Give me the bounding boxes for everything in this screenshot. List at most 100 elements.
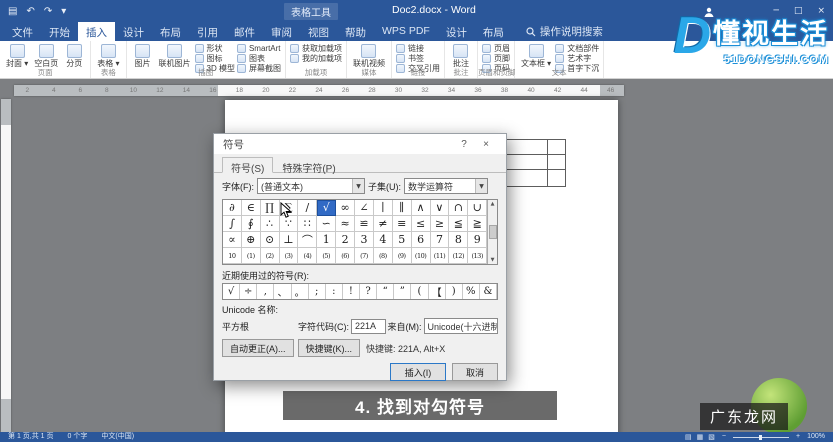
- ribbon-tab-设计[interactable]: 设计: [115, 22, 152, 41]
- symbol-cell[interactable]: (4): [298, 248, 318, 264]
- symbol-cell[interactable]: (6): [336, 248, 356, 264]
- recent-symbol-cell[interactable]: ÷: [240, 284, 258, 299]
- recent-symbol-cell[interactable]: “: [377, 284, 395, 299]
- recent-symbol-cell[interactable]: ): [446, 284, 463, 299]
- scroll-up-icon[interactable]: ▲: [491, 201, 495, 207]
- ribbon-button-页脚[interactable]: 页脚: [481, 54, 510, 63]
- symbol-cell[interactable]: (9): [392, 248, 412, 264]
- symbol-cell[interactable]: 8: [449, 232, 469, 248]
- symbol-cell[interactable]: ≠: [373, 216, 393, 232]
- recent-symbol-cell[interactable]: ”: [394, 284, 412, 299]
- zoom-level[interactable]: 100%: [807, 432, 825, 442]
- tell-me-search[interactable]: 操作说明搜索: [518, 22, 611, 41]
- dialog-title-bar[interactable]: 符号 ? ×: [214, 134, 506, 154]
- ribbon-button-页眉[interactable]: 页眉: [481, 44, 510, 53]
- ribbon-button-批注[interactable]: 批注: [449, 43, 473, 68]
- symbol-cell[interactable]: (5): [317, 248, 337, 264]
- web-layout-icon[interactable]: ▧: [708, 432, 715, 442]
- ribbon-tab-邮件[interactable]: 邮件: [226, 22, 263, 41]
- ribbon-tab-帮助[interactable]: 帮助: [337, 22, 374, 41]
- tab-symbols[interactable]: 符号(S): [222, 157, 274, 175]
- symbol-cell[interactable]: ∂: [223, 200, 242, 216]
- symbol-cell[interactable]: ∥: [392, 200, 412, 216]
- ribbon-button-表格[interactable]: 表格 ▾: [95, 43, 121, 68]
- ribbon-button-链接[interactable]: 链接: [395, 44, 440, 53]
- ribbon-tab-文件[interactable]: 文件: [4, 22, 41, 41]
- symbol-cell[interactable]: ≧: [468, 216, 488, 232]
- redo-icon[interactable]: ↷: [44, 6, 52, 17]
- ribbon-button-艺术字[interactable]: 艺术字: [555, 54, 599, 63]
- ribbon-button-联机视频[interactable]: 联机视频: [351, 43, 387, 68]
- ribbon-button-获取加载项[interactable]: 获取加载项: [289, 44, 342, 53]
- zoom-slider[interactable]: [733, 434, 789, 440]
- horizontal-ruler[interactable]: 2 4 6 8 10 12 14 16 18 20 22 24 26 28 30 32 34 36 38 40 42 44…: [14, 85, 624, 96]
- font-select[interactable]: (普通文本) ▼: [257, 178, 365, 194]
- symbol-cell[interactable]: (2): [260, 248, 280, 264]
- zoom-in-button[interactable]: +: [796, 432, 800, 442]
- symbol-cell[interactable]: 2: [336, 232, 356, 248]
- symbol-cell[interactable]: √: [317, 200, 337, 216]
- customize-quick-access-icon[interactable]: ▾: [61, 6, 66, 17]
- scrollbar-thumb[interactable]: [488, 225, 497, 239]
- symbol-cell[interactable]: ∝: [223, 232, 242, 248]
- symbol-cell[interactable]: 10: [223, 248, 242, 264]
- ribbon-tab-WPS PDF[interactable]: WPS PDF: [374, 22, 438, 41]
- symbol-cell[interactable]: (1): [241, 248, 261, 264]
- status-item[interactable]: 中文(中国): [101, 432, 134, 442]
- symbol-cell[interactable]: 4: [373, 232, 393, 248]
- ribbon-button-封面[interactable]: 封面 ▾: [4, 43, 30, 68]
- ribbon-button-文档部件[interactable]: 文档部件: [555, 44, 599, 53]
- help-icon[interactable]: ?: [453, 139, 475, 150]
- print-layout-icon[interactable]: ▦: [697, 432, 704, 442]
- close-icon[interactable]: ×: [475, 139, 497, 150]
- ribbon-button-图标[interactable]: 图标: [194, 54, 235, 63]
- chevron-down-icon[interactable]: ▼: [475, 179, 487, 193]
- save-icon[interactable]: ▤: [8, 6, 17, 17]
- symbol-cell[interactable]: ≡: [392, 216, 412, 232]
- symbol-cell[interactable]: ∷: [298, 216, 318, 232]
- symbol-cell[interactable]: ≤: [411, 216, 431, 232]
- ribbon-tab-引用[interactable]: 引用: [189, 22, 226, 41]
- symbol-cell[interactable]: ⊕: [241, 232, 261, 248]
- zoom-knob[interactable]: [759, 434, 762, 440]
- recent-symbol-cell[interactable]: !: [343, 284, 360, 299]
- recent-symbol-cell[interactable]: &: [480, 284, 497, 299]
- ribbon-button-图片[interactable]: 图片: [131, 43, 155, 68]
- symbol-cell[interactable]: ∨: [430, 200, 450, 216]
- ribbon-button-形状[interactable]: 形状: [194, 44, 235, 53]
- recent-symbol-cell[interactable]: (: [411, 284, 429, 299]
- zoom-out-button[interactable]: −: [722, 432, 726, 442]
- ribbon-button-SmartArt[interactable]: SmartArt: [236, 44, 281, 53]
- symbol-cell[interactable]: ∪: [468, 200, 488, 216]
- symbol-cell[interactable]: ∫: [223, 216, 242, 232]
- ribbon-tab-设计[interactable]: 设计: [438, 22, 475, 41]
- from-select[interactable]: Unicode(十六进制) ▼: [423, 318, 498, 334]
- status-item[interactable]: 0 个字: [68, 432, 88, 442]
- subset-select[interactable]: 数学运算符 ▼: [404, 178, 488, 194]
- symbol-cell[interactable]: 1: [317, 232, 337, 248]
- insert-button[interactable]: 插入(I): [390, 363, 446, 381]
- ribbon-button-文本框[interactable]: 文本框 ▾: [519, 43, 553, 68]
- symbol-cell[interactable]: ∩: [449, 200, 469, 216]
- symbol-cell[interactable]: ∠: [355, 200, 374, 216]
- symbol-grid-scrollbar[interactable]: ▲ ▼: [487, 200, 497, 264]
- cancel-button[interactable]: 取消: [452, 363, 498, 381]
- symbol-cell[interactable]: ∕: [298, 200, 318, 216]
- tab-special-characters[interactable]: 特殊字符(P): [273, 157, 344, 175]
- symbol-cell[interactable]: 6: [411, 232, 431, 248]
- symbol-cell[interactable]: ⊥: [279, 232, 299, 248]
- symbol-cell[interactable]: ≈: [336, 216, 356, 232]
- recent-symbol-cell[interactable]: ;: [309, 284, 326, 299]
- char-code-input[interactable]: 221A: [351, 318, 386, 334]
- symbol-cell[interactable]: ≌: [355, 216, 374, 232]
- read-mode-icon[interactable]: ▤: [685, 432, 692, 442]
- ribbon-button-分页[interactable]: 分页: [62, 43, 86, 68]
- ribbon-tab-审阅[interactable]: 审阅: [263, 22, 300, 41]
- ribbon-button-联机图片[interactable]: 联机图片: [157, 43, 193, 68]
- recent-symbol-cell[interactable]: 、: [274, 284, 292, 299]
- symbol-cell[interactable]: ⌒: [298, 232, 318, 248]
- symbol-cell[interactable]: (10): [411, 248, 431, 264]
- symbol-cell[interactable]: (12): [449, 248, 469, 264]
- recent-symbol-cell[interactable]: %: [463, 284, 480, 299]
- symbol-cell[interactable]: (3): [279, 248, 299, 264]
